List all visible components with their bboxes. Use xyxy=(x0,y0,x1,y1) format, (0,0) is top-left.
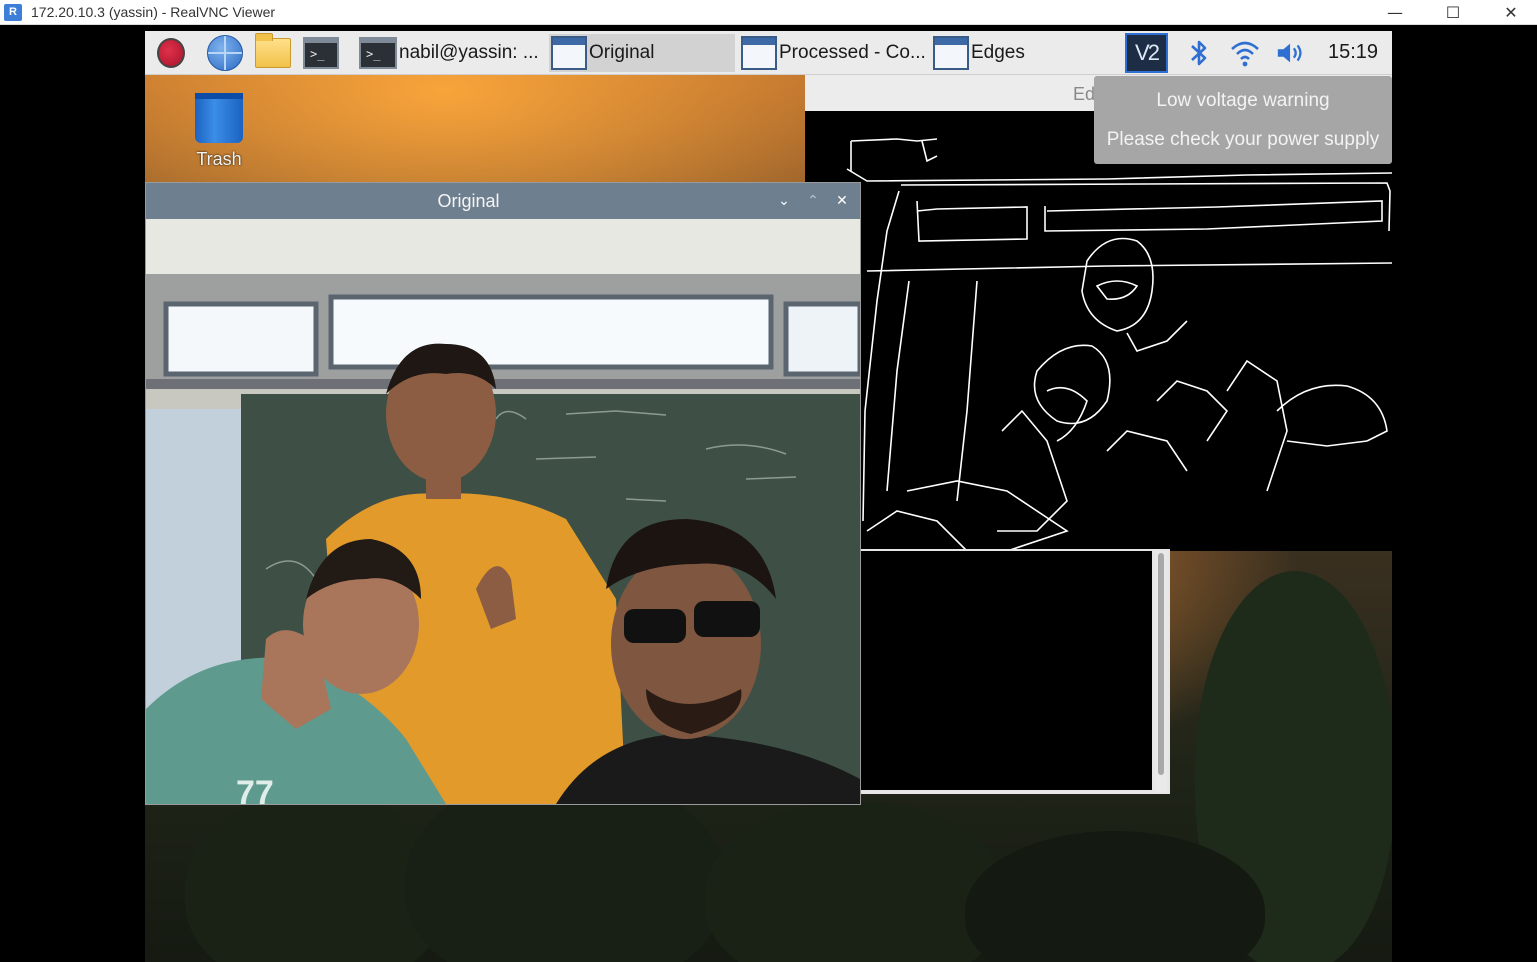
original-window[interactable]: Original ⌄ ⌃ ✕ 77 xyxy=(145,182,861,805)
scrollbar-thumb[interactable] xyxy=(1158,553,1164,775)
volume-icon[interactable] xyxy=(1275,37,1307,69)
window-close-button[interactable]: ✕ xyxy=(830,189,854,213)
low-voltage-notification[interactable]: Low voltage warning Please check your po… xyxy=(1094,76,1392,164)
file-manager-folder-icon[interactable] xyxy=(255,33,291,70)
panel-clock[interactable]: 15:19 xyxy=(1328,41,1378,64)
taskbar-item-processed[interactable]: Processed - Co... xyxy=(739,34,927,72)
vnc-viewer-titlebar: R 172.20.10.3 (yassin) - RealVNC Viewer … xyxy=(0,0,1537,25)
window-icon xyxy=(551,36,587,70)
terminal-icon: >_ xyxy=(359,37,397,69)
notification-body: Please check your power supply xyxy=(1106,129,1380,150)
window-minimize-button[interactable]: ⌄ xyxy=(772,189,796,213)
edges-image xyxy=(807,111,1392,552)
taskbar-item-original[interactable]: Original xyxy=(549,34,735,72)
maximize-button[interactable]: ☐ xyxy=(1424,0,1482,25)
taskbar-item-label: nabil@yassin: ... xyxy=(399,42,539,63)
processed-window[interactable] xyxy=(859,549,1170,794)
taskbar-item-label: Original xyxy=(589,42,655,63)
terminal-icon[interactable]: >_ xyxy=(303,36,339,70)
window-icon xyxy=(741,36,777,70)
background-tree xyxy=(705,801,1005,962)
window-icon xyxy=(933,36,969,70)
camera-feed-image: 77 xyxy=(146,219,860,804)
taskbar-item-label: Edges xyxy=(971,42,1025,63)
svg-text:77: 77 xyxy=(236,774,274,804)
edges-window-title: Ed xyxy=(1073,84,1096,104)
close-button[interactable]: ✕ xyxy=(1482,0,1537,25)
processed-image xyxy=(859,551,1152,790)
notification-title: Low voltage warning xyxy=(1156,90,1330,111)
wifi-icon[interactable] xyxy=(1229,37,1261,69)
vnc-window-title: 172.20.10.3 (yassin) - RealVNC Viewer xyxy=(31,4,276,20)
browser-globe-icon[interactable] xyxy=(207,35,243,71)
raspberry-menu-icon[interactable] xyxy=(153,36,189,70)
window-maximize-button[interactable]: ⌃ xyxy=(801,189,825,213)
taskbar-item-label: Processed - Co... xyxy=(779,42,926,63)
vertical-scrollbar[interactable] xyxy=(1155,551,1167,792)
desktop-trash[interactable]: Trash xyxy=(189,93,249,170)
original-window-titlebar[interactable]: Original ⌄ ⌃ ✕ xyxy=(146,183,860,219)
vnc-server-tray-icon[interactable]: V2 xyxy=(1125,33,1168,73)
original-window-title: Original xyxy=(437,191,500,211)
trash-bin-icon xyxy=(195,93,243,143)
remote-desktop[interactable]: >_ >_ nabil@yassin: ... Original Process… xyxy=(145,31,1392,962)
minimize-button[interactable]: — xyxy=(1366,0,1424,25)
realvnc-logo-icon: R xyxy=(4,4,22,21)
bluetooth-icon[interactable] xyxy=(1183,37,1215,69)
trash-label: Trash xyxy=(196,149,242,169)
taskbar-item-edges[interactable]: Edges xyxy=(931,34,1091,72)
taskbar-panel: >_ >_ nabil@yassin: ... Original Process… xyxy=(145,31,1392,75)
taskbar-item-terminal[interactable]: >_ nabil@yassin: ... xyxy=(357,34,547,72)
